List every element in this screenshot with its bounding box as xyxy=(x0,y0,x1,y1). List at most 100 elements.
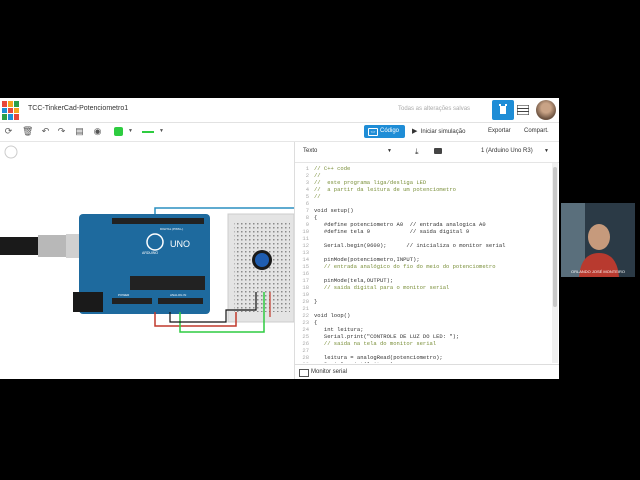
power-header xyxy=(112,298,152,304)
top-bar: TCC-TinkerCad-Potenciometro1 Todas as al… xyxy=(0,98,559,123)
code-line[interactable]: 25 Serial.print("CONTROLE DE LUZ DO LED:… xyxy=(295,333,551,340)
code-line[interactable]: 24 int leitura; xyxy=(295,326,551,333)
code-button-label: Código xyxy=(380,128,400,134)
code-line[interactable]: 1 // C++ code xyxy=(295,165,551,172)
code-line[interactable]: 14 pinMode(potenciometro,INPUT); xyxy=(295,256,551,263)
code-line[interactable]: 13 xyxy=(295,249,551,256)
code-text: Serial.print(leitura); xyxy=(314,361,397,363)
code-line[interactable]: 28 leitura = analogRead(potenciometro); xyxy=(295,354,551,361)
code-line[interactable]: 26 // saida na tela do monitor serial xyxy=(295,340,551,347)
wire-type-swatch[interactable] xyxy=(142,131,154,133)
code-line[interactable]: 17 pinMode(tela,OUTPUT); xyxy=(295,277,551,284)
code-line[interactable]: 8{ xyxy=(295,214,551,221)
code-line[interactable]: 9 #define potenciometro A0 // entrada an… xyxy=(295,221,551,228)
code-line[interactable]: 19 xyxy=(295,291,551,298)
code-button[interactable]: <> Código xyxy=(364,125,405,138)
line-number: 12 xyxy=(302,242,309,249)
tinkercad-logo[interactable] xyxy=(2,101,19,120)
line-number: 14 xyxy=(302,256,309,263)
list-icon[interactable] xyxy=(517,105,529,115)
start-simulation-button[interactable]: ▶ Iniciar simulação xyxy=(412,125,465,138)
code-text: // saida na tela do monitor serial xyxy=(314,340,437,347)
circuit-drawing: UNO ARDUINO DIGITAL (PWM~) POWER ANALOG … xyxy=(0,145,294,333)
export-button[interactable]: Exportar xyxy=(488,125,511,138)
library-icon[interactable] xyxy=(434,148,442,154)
editor-mode-select[interactable]: Texto xyxy=(303,148,317,154)
code-text: { xyxy=(314,214,318,221)
code-line[interactable]: 16 xyxy=(295,270,551,277)
circuit-canvas[interactable]: UNO ARDUINO DIGITAL (PWM~) POWER ANALOG … xyxy=(0,142,294,379)
line-number: 13 xyxy=(302,249,309,256)
line-number: 25 xyxy=(302,333,309,340)
logo-tile xyxy=(2,107,7,114)
code-text: int leitura; xyxy=(314,326,364,333)
user-avatar[interactable] xyxy=(536,100,556,120)
code-line[interactable]: 22 void loop() xyxy=(295,312,551,319)
notes-icon[interactable]: ▤ xyxy=(74,126,85,137)
analog-header xyxy=(158,298,203,304)
code-text: // C++ code xyxy=(314,165,351,172)
project-title[interactable]: TCC-TinkerCad-Potenciometro1 xyxy=(28,105,128,112)
serial-monitor-bar[interactable]: Monitor serial xyxy=(295,364,559,379)
code-editor-panel: Texto ▼ ⤓ 1 (Arduino Uno R3) ▼ 1 // C++ c… xyxy=(294,142,559,379)
code-icon: <> xyxy=(368,128,378,136)
share-button[interactable]: Compart. xyxy=(524,125,549,138)
redo-icon[interactable]: ↷ xyxy=(56,126,67,137)
chevron-down-icon[interactable]: ▼ xyxy=(125,126,136,137)
scrollbar-thumb[interactable] xyxy=(553,167,557,307)
delete-icon[interactable]: 🗑 xyxy=(22,126,33,137)
usb-connector xyxy=(38,235,68,257)
code-text: { xyxy=(314,319,318,326)
code-line[interactable]: 23 { xyxy=(295,319,551,326)
code-text: // xyxy=(314,193,321,200)
code-line[interactable]: 11 xyxy=(295,235,551,242)
code-line[interactable]: 18 // saida digital para o monitor seria… xyxy=(295,284,551,291)
code-line[interactable]: 12 Serial.begin(9600); // inicializa o m… xyxy=(295,242,551,249)
line-number: 2 xyxy=(305,172,309,179)
line-number: 18 xyxy=(302,284,309,291)
code-area[interactable]: 1 // C++ code 2 // 3 // este programa liga/de… xyxy=(295,163,551,363)
logo-tile xyxy=(8,114,13,120)
board-model-text: UNO xyxy=(170,239,190,249)
line-number: 24 xyxy=(302,326,309,333)
board-brand-text: ARDUINO xyxy=(142,251,158,255)
code-line[interactable]: 6 xyxy=(295,200,551,207)
code-line[interactable]: 10 #define tela 9 // saida digital 9 xyxy=(295,228,551,235)
code-text: // a partir da leitura de um potenciomet… xyxy=(314,186,456,193)
digital-header xyxy=(112,218,204,224)
board-select[interactable]: 1 (Arduino Uno R3) xyxy=(481,148,533,154)
code-line[interactable]: 3 // este programa liga/desliga LED xyxy=(295,179,551,186)
code-line[interactable]: 2 // xyxy=(295,172,551,179)
code-line[interactable]: 29 Serial.print(leitura); xyxy=(295,361,551,363)
rotate-icon[interactable]: ⟳ xyxy=(3,126,14,137)
components-gallery-button[interactable] xyxy=(492,100,514,120)
microcontroller-chip xyxy=(130,276,205,290)
wire-blue xyxy=(154,207,294,214)
code-text: // saida digital para o monitor serial xyxy=(314,284,450,291)
digital-label: DIGITAL (PWM~) xyxy=(160,227,183,231)
visibility-icon[interactable]: ◉ xyxy=(92,126,103,137)
power-label: POWER xyxy=(118,293,130,297)
potentiometer-knob xyxy=(255,253,269,267)
code-scrollbar[interactable] xyxy=(552,163,558,363)
toolbar: ⟳ 🗑 ↶ ↷ ▤ ◉ ▼ ▼ <> Código ▶ Iniciar simu… xyxy=(0,123,559,142)
chevron-down-icon[interactable]: ▼ xyxy=(387,148,392,154)
undo-icon[interactable]: ↶ xyxy=(40,126,51,137)
chevron-down-icon[interactable]: ▼ xyxy=(544,148,549,154)
chevron-down-icon[interactable]: ▼ xyxy=(156,126,167,137)
code-line[interactable]: 5 // xyxy=(295,193,551,200)
code-line[interactable]: 4 // a partir da leitura de um potenciome… xyxy=(295,186,551,193)
tinkercad-window: TCC-TinkerCad-Potenciometro1 Todas as al… xyxy=(0,98,559,379)
code-line[interactable]: 20} xyxy=(295,298,551,305)
line-number: 1 xyxy=(305,165,309,172)
zoom-fit-icon xyxy=(4,145,18,159)
power-jack xyxy=(73,292,103,312)
line-number: 16 xyxy=(302,270,309,277)
code-line[interactable]: 7 void setup() xyxy=(295,207,551,214)
logo-tile xyxy=(14,114,19,120)
wire-color-swatch[interactable] xyxy=(114,127,123,136)
code-line[interactable]: 15 // entrada analógico do fio do meio d… xyxy=(295,263,551,270)
code-line[interactable]: 21 xyxy=(295,305,551,312)
download-icon[interactable]: ⤓ xyxy=(415,147,419,157)
code-line[interactable]: 27 xyxy=(295,347,551,354)
